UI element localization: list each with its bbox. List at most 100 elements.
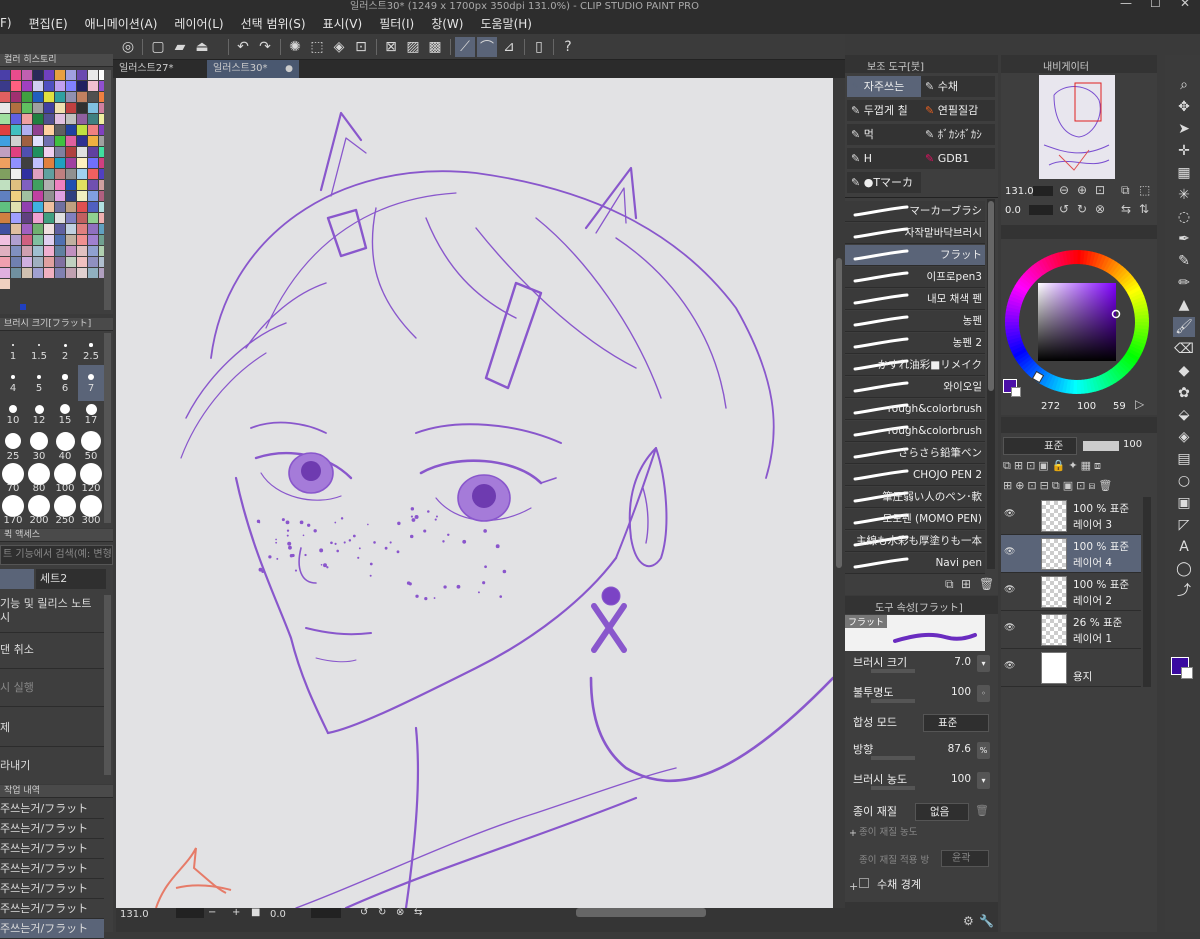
saturation-value[interactable]: 100 — [1077, 401, 1096, 412]
color-swatch[interactable] — [77, 70, 87, 80]
color-swatch[interactable] — [11, 268, 21, 278]
history-item[interactable]: 주쓰는거/フラット — [0, 799, 104, 819]
brush-size-70[interactable]: 70 — [0, 461, 26, 497]
color-swatch[interactable] — [55, 169, 65, 179]
pencil-icon[interactable]: ✏ — [1173, 273, 1195, 293]
canvas-horizontal-scrollbar[interactable] — [576, 908, 706, 917]
brush-size-170[interactable]: 170 — [0, 493, 26, 529]
color-swatch[interactable] — [0, 202, 10, 212]
color-swatch[interactable] — [55, 224, 65, 234]
value-value[interactable]: 59 — [1113, 401, 1126, 412]
save-icon[interactable]: ⏏ — [192, 37, 212, 57]
watercolor-expand-icon[interactable]: + — [849, 880, 858, 893]
ruler-icon[interactable]: ◸ — [1173, 515, 1195, 535]
navigator-zoom-value[interactable]: 131.0 — [1005, 186, 1034, 197]
paper-density-expand-icon[interactable]: + — [849, 828, 857, 839]
brush-size-dropdown-icon[interactable]: ▾ — [977, 655, 990, 672]
history-item[interactable]: 주쓰는거/フラット — [0, 839, 104, 859]
color-swatch[interactable] — [66, 257, 76, 267]
color-swatch[interactable] — [44, 125, 54, 135]
brush-size-120[interactable]: 120 — [78, 461, 104, 497]
color-swatch[interactable] — [0, 246, 10, 256]
color-swatch[interactable] — [22, 70, 32, 80]
color-swatch[interactable] — [55, 246, 65, 256]
menu-window[interactable]: 창(W) — [431, 15, 463, 32]
color-mode-icon[interactable]: ▷ — [1135, 397, 1144, 411]
brush-item[interactable]: フラット — [845, 245, 985, 266]
color-swatch[interactable] — [55, 70, 65, 80]
subtool-group[interactable]: ✎ 수채 — [921, 76, 995, 97]
color-swatch[interactable] — [66, 92, 76, 102]
layer-row[interactable]: 👁 100 % 표준 레이어 3 — [1001, 497, 1141, 535]
color-swatch[interactable] — [55, 158, 65, 168]
color-swatch[interactable] — [33, 125, 43, 135]
color-swatch[interactable] — [33, 246, 43, 256]
color-swatch[interactable] — [22, 136, 32, 146]
rotate-slider[interactable] — [311, 908, 341, 918]
brush-size-scrollbar[interactable] — [104, 333, 111, 523]
color-swatch[interactable] — [77, 213, 87, 223]
color-swatch[interactable] — [44, 136, 54, 146]
color-swatch[interactable] — [77, 125, 87, 135]
layer-panel-tabs[interactable] — [1001, 417, 1157, 433]
color-swatch[interactable] — [33, 169, 43, 179]
color-swatch[interactable] — [22, 235, 32, 245]
color-swatch[interactable] — [44, 180, 54, 190]
quick-access-scrollbar[interactable] — [104, 595, 111, 775]
color-swatch[interactable] — [66, 70, 76, 80]
cake-icon[interactable]: ▲ — [1173, 295, 1195, 315]
navigator-flip-v-icon[interactable]: ⇅ — [1139, 202, 1149, 216]
brush-item[interactable]: 主線も水彩も厚塗りも一本 — [845, 531, 985, 552]
color-swatch[interactable] — [22, 224, 32, 234]
color-swatch[interactable] — [22, 257, 32, 267]
menu-layer[interactable]: 레이어(L) — [174, 15, 223, 32]
eye-icon[interactable]: 👁 — [1004, 509, 1015, 519]
color-swatch[interactable] — [0, 136, 10, 146]
color-swatch[interactable] — [66, 125, 76, 135]
color-swatch[interactable] — [0, 114, 10, 124]
lasso-icon[interactable]: ◌ — [1173, 207, 1195, 227]
color-swatch[interactable] — [33, 224, 43, 234]
brush-size-300[interactable]: 300 — [78, 493, 104, 529]
color-swatch[interactable] — [33, 257, 43, 267]
reset-rotate-icon[interactable]: ⊗ — [396, 907, 404, 918]
subtool-group[interactable]: ✎ 먹 — [847, 124, 921, 145]
brush-size-30[interactable]: 30 — [26, 429, 52, 465]
color-swatch[interactable] — [44, 81, 54, 91]
color-swatch[interactable] — [77, 224, 87, 234]
color-swatch[interactable] — [33, 213, 43, 223]
brush-size-4[interactable]: 4 — [0, 365, 26, 401]
loading-icon[interactable]: ✺ — [285, 37, 305, 57]
brush-size-15[interactable]: 15 — [52, 397, 78, 433]
color-swatch[interactable] — [77, 202, 87, 212]
opacity-value[interactable]: 100 — [951, 686, 971, 698]
navigator-fit-icon[interactable]: ⧉ — [1121, 183, 1130, 198]
help-icon[interactable]: ? — [558, 37, 578, 57]
brush-item[interactable]: 모모펜 (MOMO PEN) — [845, 509, 985, 530]
layer-row[interactable]: 👁 용지 — [1001, 649, 1141, 687]
color-swatch[interactable] — [11, 147, 21, 157]
snap-special-ruler-icon[interactable]: ⌒ — [477, 37, 497, 57]
sub-color-icon[interactable] — [1181, 667, 1193, 679]
brush-size-value[interactable]: 7.0 — [954, 656, 971, 668]
history-item[interactable]: 주쓰는거/フラット — [0, 919, 104, 939]
color-swatch[interactable] — [33, 114, 43, 124]
color-swatch[interactable] — [22, 114, 32, 124]
zoom-slider[interactable] — [176, 908, 204, 918]
hue-value[interactable]: 272 — [1041, 401, 1060, 412]
drawing-canvas[interactable] — [116, 78, 833, 908]
brush-size-25[interactable]: 25 — [0, 429, 26, 465]
transform-icon[interactable]: ⊡ — [351, 37, 371, 57]
direction-value[interactable]: 87.6 — [948, 743, 971, 755]
color-swatch[interactable] — [55, 213, 65, 223]
color-swatch[interactable] — [66, 147, 76, 157]
color-swatch[interactable] — [77, 147, 87, 157]
brush-size-100[interactable]: 100 — [52, 461, 78, 497]
canvas-scroll-thumb[interactable] — [836, 258, 842, 568]
color-swatch[interactable] — [11, 202, 21, 212]
layer-opacity-slider[interactable] — [1083, 441, 1119, 451]
brush-item[interactable]: 와이오일 — [845, 377, 985, 398]
layer-lock-toolbar[interactable]: ⧉⊞⊡▣🔒✦▦⧈ — [1003, 459, 1153, 475]
brush-item[interactable]: 자작말바닥브러시 — [845, 223, 985, 244]
color-swatch[interactable] — [88, 213, 98, 223]
